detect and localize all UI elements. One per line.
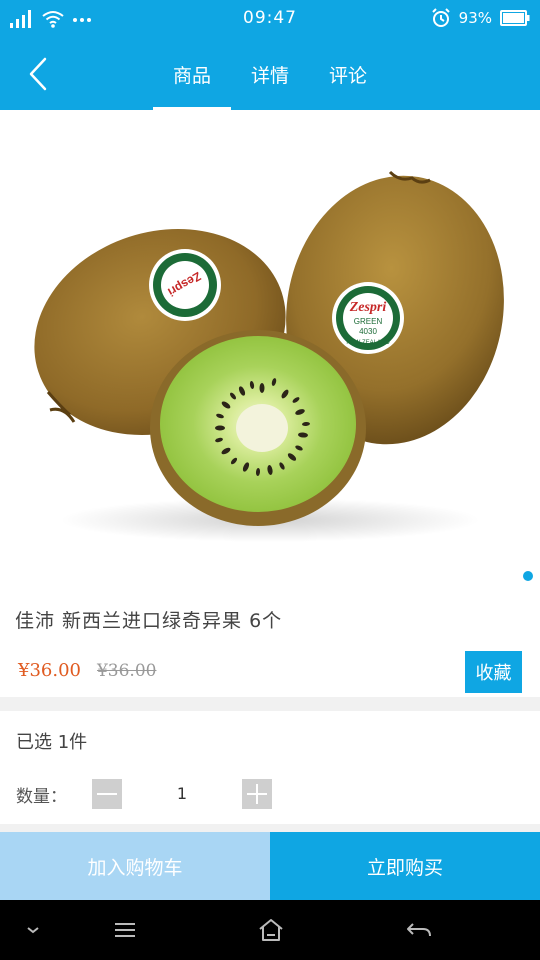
quantity-value[interactable]: 1 — [170, 784, 194, 803]
quantity-increase-button[interactable] — [242, 779, 272, 809]
quantity-label: 数量： — [16, 787, 67, 807]
quantity-decrease-button[interactable] — [92, 779, 122, 809]
tab-bar: 商品 详情 评论 — [153, 38, 387, 110]
menu-icon — [115, 923, 135, 937]
back-arrow-icon — [29, 57, 47, 91]
tab-details[interactable]: 详情 — [231, 38, 309, 110]
status-right: 93% — [431, 8, 530, 28]
current-price: ¥36.00 — [18, 660, 81, 681]
selected-summary[interactable]: 已选 1件 — [16, 728, 87, 754]
sticker-right-line3: NEW ZEALAND — [346, 340, 390, 346]
plus-icon-vertical — [256, 784, 258, 804]
tab-reviews-label: 评论 — [328, 64, 367, 87]
return-button[interactable] — [394, 912, 444, 948]
price-row: ¥36.00 ¥36.00 — [18, 660, 156, 681]
favorite-button[interactable]: 收藏 — [465, 651, 522, 693]
status-bar: 09:47 93% — [0, 0, 540, 38]
sticker-right-line2: 4030 — [359, 327, 377, 336]
battery-icon — [500, 10, 530, 26]
add-to-cart-button[interactable]: 加入购物车 — [0, 832, 270, 900]
home-button[interactable] — [246, 912, 296, 948]
original-price: ¥36.00 — [96, 660, 157, 681]
battery-percent: 93% — [458, 9, 492, 27]
sticker-right-line1: GREEN — [354, 317, 383, 326]
carousel-dot[interactable] — [523, 571, 533, 581]
system-nav-bar — [0, 900, 540, 960]
home-icon — [259, 919, 283, 941]
bottom-action-bar: 加入购物车 立即购买 — [0, 832, 540, 900]
nav-bar: 商品 详情 评论 — [0, 38, 540, 110]
kiwi-illustration: Zespri Zespri GREEN 4030 NEW ZEALAND — [34, 170, 504, 542]
product-image[interactable]: Zespri Zespri GREEN 4030 NEW ZEALAND — [0, 110, 540, 588]
tab-product[interactable]: 商品 — [153, 38, 231, 110]
tab-reviews[interactable]: 评论 — [309, 38, 387, 110]
alarm-icon — [431, 8, 450, 27]
return-icon — [407, 923, 431, 937]
kiwi-half — [150, 330, 366, 526]
collapse-button[interactable] — [8, 912, 58, 948]
tab-product-label: 商品 — [172, 64, 211, 87]
section-divider-bottom — [0, 824, 540, 832]
section-divider — [0, 697, 540, 711]
top-bar: 09:47 93% 商品 详情 评论 — [0, 0, 540, 110]
tab-details-label: 详情 — [250, 64, 289, 87]
collapse-icon — [27, 927, 39, 934]
sticker-right-brand: Zespri — [349, 300, 387, 315]
product-title: 佳沛 新西兰进口绿奇异果 6个 — [15, 610, 283, 632]
menu-button[interactable] — [100, 912, 150, 948]
back-button[interactable] — [18, 52, 58, 96]
buy-now-button[interactable]: 立即购买 — [270, 832, 540, 900]
minus-icon — [97, 793, 117, 795]
